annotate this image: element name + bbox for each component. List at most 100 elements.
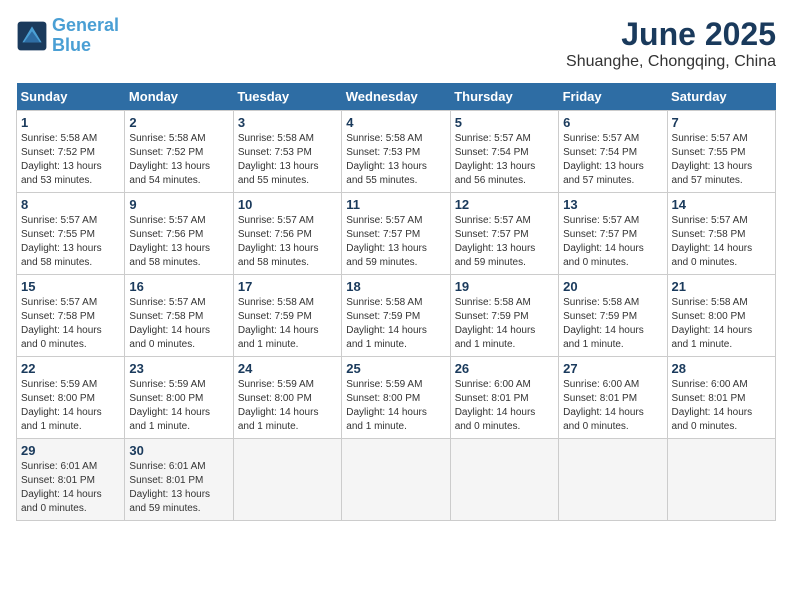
- day-info: Sunrise: 6:00 AMSunset: 8:01 PMDaylight:…: [672, 378, 771, 434]
- table-cell: [559, 439, 667, 521]
- col-sunday: Sunday: [17, 83, 125, 111]
- week-row-2: 8Sunrise: 5:57 AMSunset: 7:55 PMDaylight…: [17, 193, 776, 275]
- day-info: Sunrise: 5:58 AMSunset: 7:53 PMDaylight:…: [346, 132, 445, 188]
- day-number: 1: [21, 115, 120, 130]
- day-number: 19: [455, 279, 554, 294]
- day-number: 24: [238, 361, 337, 376]
- table-cell: 3 Sunrise: 5:58 AMSunset: 7:53 PMDaylight…: [233, 111, 341, 193]
- table-cell: [233, 439, 341, 521]
- col-friday: Friday: [559, 83, 667, 111]
- day-info: Sunrise: 5:59 AMSunset: 8:00 PMDaylight:…: [346, 378, 445, 434]
- table-cell: 7 Sunrise: 5:57 AMSunset: 7:55 PMDaylight…: [667, 111, 775, 193]
- day-info: Sunrise: 5:58 AMSunset: 7:59 PMDaylight:…: [238, 296, 337, 352]
- table-cell: 23 Sunrise: 5:59 AMSunset: 8:00 PMDayligh…: [125, 357, 233, 439]
- day-info: Sunrise: 5:58 AMSunset: 7:59 PMDaylight:…: [346, 296, 445, 352]
- day-info: Sunrise: 5:58 AMSunset: 7:59 PMDaylight:…: [455, 296, 554, 352]
- day-info: Sunrise: 5:59 AMSunset: 8:00 PMDaylight:…: [238, 378, 337, 434]
- day-info: Sunrise: 5:57 AMSunset: 7:54 PMDaylight:…: [563, 132, 662, 188]
- day-number: 6: [563, 115, 662, 130]
- table-cell: 13 Sunrise: 5:57 AMSunset: 7:57 PMDayligh…: [559, 193, 667, 275]
- day-number: 10: [238, 197, 337, 212]
- table-cell: [342, 439, 450, 521]
- day-info: Sunrise: 5:57 AMSunset: 7:56 PMDaylight:…: [129, 214, 228, 270]
- month-title: June 2025: [566, 16, 776, 53]
- day-info: Sunrise: 5:57 AMSunset: 7:56 PMDaylight:…: [238, 214, 337, 270]
- table-cell: 16 Sunrise: 5:57 AMSunset: 7:58 PMDayligh…: [125, 275, 233, 357]
- table-cell: [450, 439, 558, 521]
- table-cell: 15 Sunrise: 5:57 AMSunset: 7:58 PMDayligh…: [17, 275, 125, 357]
- table-cell: 6 Sunrise: 5:57 AMSunset: 7:54 PMDaylight…: [559, 111, 667, 193]
- day-number: 4: [346, 115, 445, 130]
- day-number: 25: [346, 361, 445, 376]
- day-number: 27: [563, 361, 662, 376]
- day-info: Sunrise: 5:57 AMSunset: 7:55 PMDaylight:…: [672, 132, 771, 188]
- table-cell: 5Sunrise: 5:57 AMSunset: 7:54 PMDaylight…: [450, 111, 558, 193]
- day-number: 18: [346, 279, 445, 294]
- table-cell: 19 Sunrise: 5:58 AMSunset: 7:59 PMDayligh…: [450, 275, 558, 357]
- day-number: 9: [129, 197, 228, 212]
- day-info: Sunrise: 5:57 AMSunset: 7:57 PMDaylight:…: [455, 214, 554, 270]
- table-cell: 27 Sunrise: 6:00 AMSunset: 8:01 PMDayligh…: [559, 357, 667, 439]
- col-saturday: Saturday: [667, 83, 775, 111]
- table-cell: [667, 439, 775, 521]
- col-monday: Monday: [125, 83, 233, 111]
- calendar-table: Sunday Monday Tuesday Wednesday Thursday…: [16, 83, 776, 521]
- table-cell: 14Sunrise: 5:57 AMSunset: 7:58 PMDayligh…: [667, 193, 775, 275]
- header-row: Sunday Monday Tuesday Wednesday Thursday…: [17, 83, 776, 111]
- day-info: Sunrise: 5:58 AMSunset: 8:00 PMDaylight:…: [672, 296, 771, 352]
- day-number: 14: [672, 197, 771, 212]
- day-number: 11: [346, 197, 445, 212]
- day-info: Sunrise: 5:58 AMSunset: 7:52 PMDaylight:…: [129, 132, 228, 188]
- day-number: 2: [129, 115, 228, 130]
- table-cell: 9 Sunrise: 5:57 AMSunset: 7:56 PMDaylight…: [125, 193, 233, 275]
- table-cell: 18 Sunrise: 5:58 AMSunset: 7:59 PMDayligh…: [342, 275, 450, 357]
- week-row-4: 22Sunrise: 5:59 AMSunset: 8:00 PMDayligh…: [17, 357, 776, 439]
- day-number: 29: [21, 443, 120, 458]
- day-info: Sunrise: 5:57 AMSunset: 7:57 PMDaylight:…: [563, 214, 662, 270]
- day-info: Sunrise: 5:57 AMSunset: 7:58 PMDaylight:…: [129, 296, 228, 352]
- day-number: 8: [21, 197, 120, 212]
- day-number: 13: [563, 197, 662, 212]
- day-number: 28: [672, 361, 771, 376]
- logo: General Blue: [16, 16, 119, 56]
- day-number: 15: [21, 279, 120, 294]
- day-number: 7: [672, 115, 771, 130]
- day-number: 23: [129, 361, 228, 376]
- table-cell: 1Sunrise: 5:58 AMSunset: 7:52 PMDaylight…: [17, 111, 125, 193]
- table-cell: 17 Sunrise: 5:58 AMSunset: 7:59 PMDayligh…: [233, 275, 341, 357]
- table-cell: 4 Sunrise: 5:58 AMSunset: 7:53 PMDaylight…: [342, 111, 450, 193]
- table-cell: 11Sunrise: 5:57 AMSunset: 7:57 PMDayligh…: [342, 193, 450, 275]
- table-cell: 10 Sunrise: 5:57 AMSunset: 7:56 PMDayligh…: [233, 193, 341, 275]
- day-number: 30: [129, 443, 228, 458]
- table-cell: 28 Sunrise: 6:00 AMSunset: 8:01 PMDayligh…: [667, 357, 775, 439]
- day-info: Sunrise: 6:00 AMSunset: 8:01 PMDaylight:…: [455, 378, 554, 434]
- day-number: 26: [455, 361, 554, 376]
- table-cell: 2 Sunrise: 5:58 AMSunset: 7:52 PMDaylight…: [125, 111, 233, 193]
- day-number: 17: [238, 279, 337, 294]
- col-tuesday: Tuesday: [233, 83, 341, 111]
- table-cell: 20 Sunrise: 5:58 AMSunset: 7:59 PMDayligh…: [559, 275, 667, 357]
- col-thursday: Thursday: [450, 83, 558, 111]
- title-block: June 2025 Shuanghe, Chongqing, China: [566, 16, 776, 71]
- day-info: Sunrise: 5:59 AMSunset: 8:00 PMDaylight:…: [129, 378, 228, 434]
- day-info: Sunrise: 5:58 AMSunset: 7:59 PMDaylight:…: [563, 296, 662, 352]
- table-cell: 26 Sunrise: 6:00 AMSunset: 8:01 PMDayligh…: [450, 357, 558, 439]
- day-number: 16: [129, 279, 228, 294]
- table-cell: 8Sunrise: 5:57 AMSunset: 7:55 PMDaylight…: [17, 193, 125, 275]
- day-number: 12: [455, 197, 554, 212]
- week-row-5: 29 Sunrise: 6:01 AMSunset: 8:01 PMDayligh…: [17, 439, 776, 521]
- page-header: General Blue June 2025 Shuanghe, Chongqi…: [16, 16, 776, 71]
- day-info: Sunrise: 5:58 AMSunset: 7:53 PMDaylight:…: [238, 132, 337, 188]
- day-info: Sunrise: 5:59 AMSunset: 8:00 PMDaylight:…: [21, 378, 120, 434]
- day-number: 5: [455, 115, 554, 130]
- day-info: Sunrise: 5:57 AMSunset: 7:58 PMDaylight:…: [21, 296, 120, 352]
- day-info: Sunrise: 6:00 AMSunset: 8:01 PMDaylight:…: [563, 378, 662, 434]
- day-number: 20: [563, 279, 662, 294]
- table-cell: 21Sunrise: 5:58 AMSunset: 8:00 PMDayligh…: [667, 275, 775, 357]
- logo-icon: [16, 20, 48, 52]
- logo-text: General Blue: [52, 16, 119, 56]
- table-cell: 22Sunrise: 5:59 AMSunset: 8:00 PMDayligh…: [17, 357, 125, 439]
- day-info: Sunrise: 6:01 AMSunset: 8:01 PMDaylight:…: [129, 460, 228, 516]
- table-cell: 30 Sunrise: 6:01 AMSunset: 8:01 PMDayligh…: [125, 439, 233, 521]
- day-number: 3: [238, 115, 337, 130]
